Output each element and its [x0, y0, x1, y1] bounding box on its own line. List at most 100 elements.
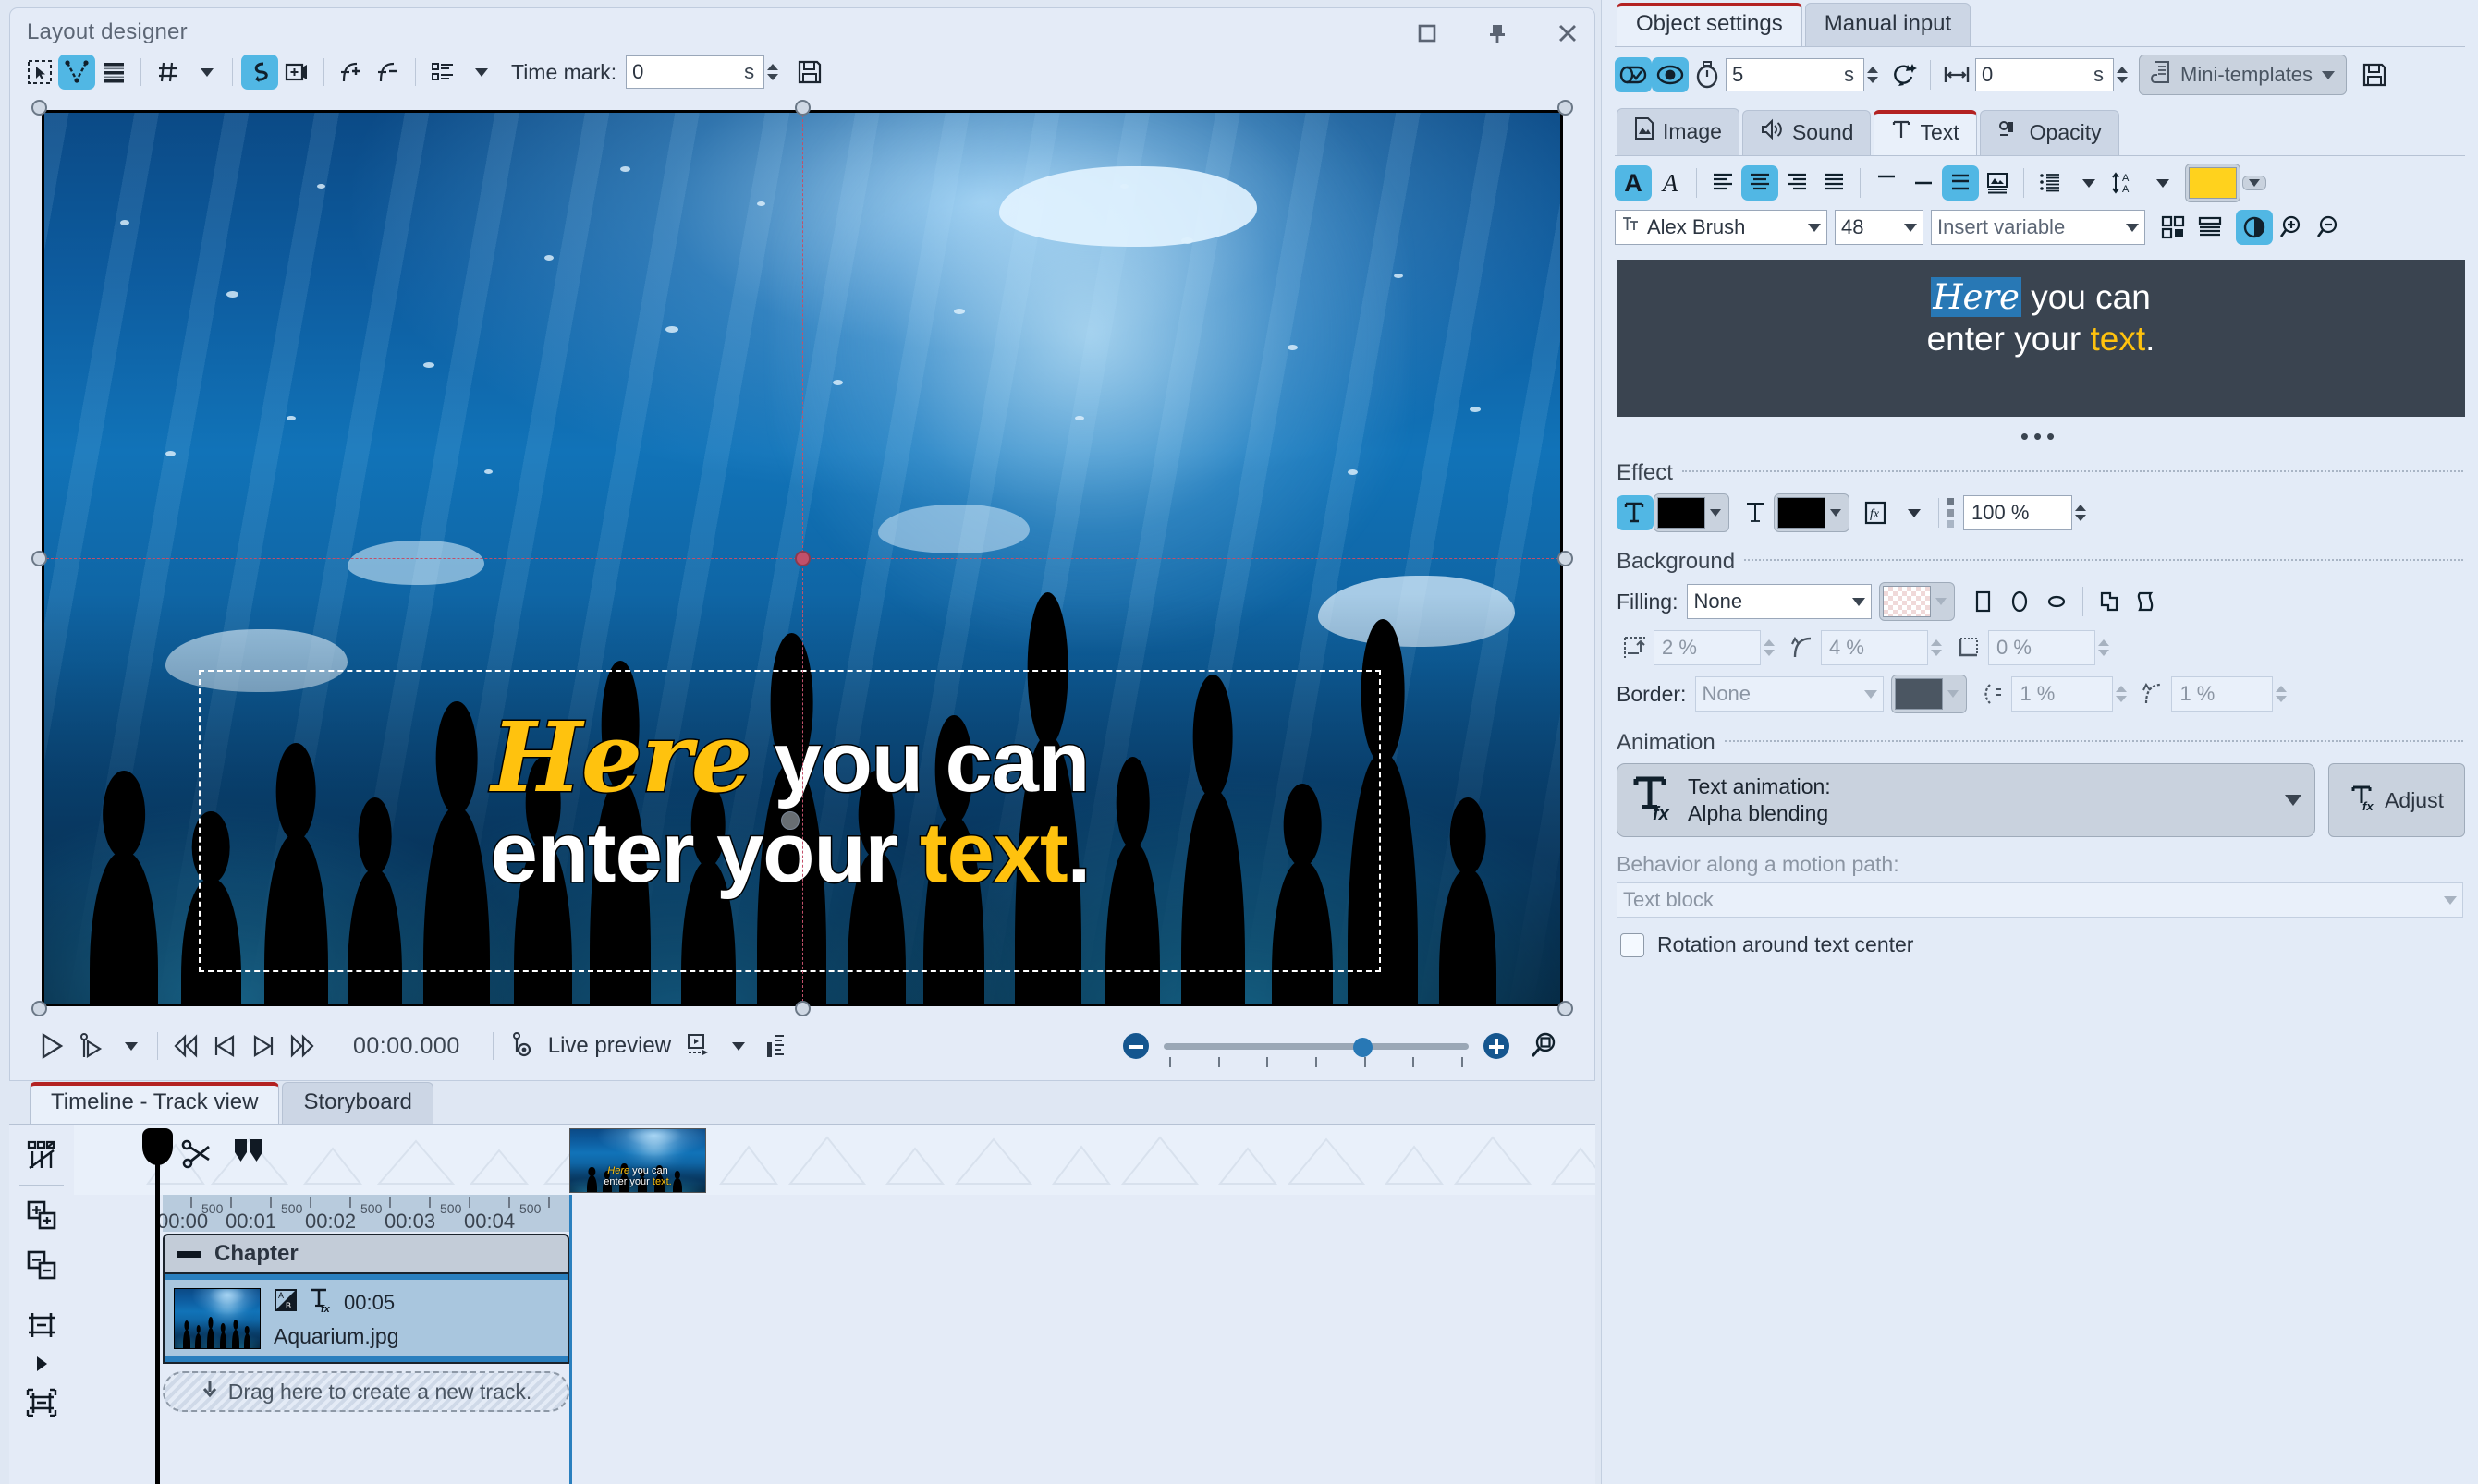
- ellipse-shape-button[interactable]: [2001, 584, 2038, 619]
- padding-input[interactable]: 2 %: [1654, 630, 1761, 665]
- live-preview-icon[interactable]: [502, 1028, 541, 1064]
- tab-object-settings[interactable]: Object settings: [1617, 3, 1802, 46]
- save-icon[interactable]: [2356, 57, 2393, 92]
- save-icon[interactable]: [791, 55, 828, 90]
- time-mark-input[interactable]: 0 s: [626, 55, 764, 89]
- visibility-icon[interactable]: [1652, 57, 1689, 92]
- playhead[interactable]: [155, 1130, 160, 1484]
- small-ellipse-shape-button[interactable]: [2038, 584, 2075, 619]
- contrast-button[interactable]: [2236, 210, 2273, 245]
- text-center-handle[interactable]: [781, 811, 800, 830]
- resize-handle-mc[interactable]: [795, 551, 811, 566]
- align-right-button[interactable]: [1778, 165, 1815, 201]
- corner-input[interactable]: 4 %: [1821, 630, 1928, 665]
- rotation-icon[interactable]: [1886, 57, 1923, 92]
- fit-to-window-icon[interactable]: [1524, 1028, 1563, 1064]
- offset-stepper[interactable]: [2117, 67, 2128, 83]
- timeline-canvas[interactable]: Here you canenter your text. 500 500: [74, 1125, 1595, 1484]
- outline-color-swatch[interactable]: [1777, 497, 1825, 529]
- clip-thumbnail[interactable]: [174, 1288, 261, 1349]
- padding-stepper[interactable]: [1764, 639, 1775, 656]
- levels-icon[interactable]: [756, 1028, 795, 1064]
- chapter-header[interactable]: Chapter: [163, 1234, 569, 1274]
- play-icon[interactable]: [32, 1028, 71, 1064]
- border-color-picker[interactable]: [1891, 675, 1967, 713]
- new-track-dropzone[interactable]: Drag here to create a new track.: [163, 1371, 569, 1412]
- align-center-button[interactable]: [1741, 165, 1778, 201]
- rectangle-shape-button[interactable]: [1964, 584, 2001, 619]
- play-from-mark-icon[interactable]: [71, 1028, 110, 1064]
- text-frame-icon[interactable]: [2191, 210, 2228, 245]
- scissors-icon[interactable]: [177, 1134, 218, 1180]
- qr-code-icon[interactable]: [2155, 210, 2191, 245]
- track-row[interactable]: AB fx 00:05 Aquarium.jpg: [163, 1274, 569, 1364]
- resize-handle-ml[interactable]: [31, 551, 47, 566]
- motion-path-icon[interactable]: [241, 55, 278, 90]
- link-toggle-icon[interactable]: [1615, 57, 1652, 92]
- zoom-out-button[interactable]: [1123, 1033, 1149, 1059]
- chevron-down-icon[interactable]: [187, 55, 224, 90]
- filling-color-picker[interactable]: [1879, 582, 1955, 621]
- valign-bottom-button[interactable]: [1942, 165, 1979, 201]
- text-zoom-out-button[interactable]: [2310, 210, 2347, 245]
- chevron-down-icon[interactable]: [110, 1028, 149, 1064]
- zoom-out-tracks-icon[interactable]: [18, 1242, 66, 1288]
- font-size-select[interactable]: 48: [1835, 210, 1923, 245]
- vertex-edit-icon[interactable]: [58, 55, 95, 90]
- rounded-poly-shape-button[interactable]: [2091, 584, 2128, 619]
- zoom-slider-knob[interactable]: [1353, 1038, 1373, 1057]
- text-color-picker[interactable]: [2185, 164, 2240, 202]
- motion-path-select[interactable]: Text block: [1617, 882, 2463, 918]
- freeform-shape-button[interactable]: [2128, 584, 2165, 619]
- rotation-checkbox[interactable]: [1620, 933, 1644, 957]
- resize-handle-tl[interactable]: [31, 100, 47, 116]
- text-outline-button[interactable]: [1737, 495, 1774, 530]
- bg-shadow-input[interactable]: 0 %: [1988, 630, 2095, 665]
- grid-icon[interactable]: [150, 55, 187, 90]
- shadow-color-picker[interactable]: [1654, 493, 1729, 532]
- frame-icon[interactable]: [278, 55, 315, 90]
- maximize-button[interactable]: [1413, 19, 1441, 47]
- duration-input[interactable]: 5 s: [1726, 58, 1864, 91]
- timeline-ruler[interactable]: 500 500 500 500 500 00:00 00:01 00:02 00…: [74, 1195, 1595, 1232]
- adjust-animation-button[interactable]: fx Adjust: [2328, 763, 2465, 837]
- chevron-down-icon[interactable]: [2142, 165, 2179, 201]
- bullet-list-button[interactable]: [2032, 165, 2069, 201]
- resize-handle-mr[interactable]: [1557, 551, 1573, 566]
- border-curve-stepper[interactable]: [2276, 686, 2287, 702]
- rewind-icon[interactable]: [166, 1028, 205, 1064]
- border-select[interactable]: None: [1695, 676, 1884, 712]
- effect-opacity-stepper[interactable]: [2075, 505, 2086, 521]
- split-icon[interactable]: [229, 1134, 268, 1176]
- align-left-button[interactable]: [1704, 165, 1741, 201]
- fit-tracks-icon[interactable]: [18, 1380, 66, 1426]
- chevron-down-icon[interactable]: [1894, 495, 1931, 530]
- zoom-slider[interactable]: [1164, 1033, 1469, 1059]
- previous-icon[interactable]: [205, 1028, 244, 1064]
- line-spacing-button[interactable]: AA: [2106, 165, 2142, 201]
- border-curve-input[interactable]: 1 %: [2171, 676, 2273, 712]
- text-fx-button[interactable]: fx: [1857, 495, 1894, 530]
- filling-swatch[interactable]: [1883, 586, 1931, 617]
- text-preview-editor[interactable]: Here you can enter your text.: [1617, 260, 2465, 417]
- text-zoom-in-button[interactable]: [2273, 210, 2310, 245]
- chevron-down-icon[interactable]: [461, 55, 498, 90]
- shadow-color-swatch[interactable]: [1657, 497, 1705, 529]
- time-mark-stepper[interactable]: [767, 64, 778, 80]
- effect-opacity-input[interactable]: 100 %: [1963, 495, 2072, 530]
- resize-handle-tc[interactable]: [795, 100, 811, 116]
- rotation-checkbox-row[interactable]: Rotation around text center: [1602, 918, 2478, 957]
- tab-sound[interactable]: Sound: [1742, 110, 1872, 155]
- filling-select[interactable]: None: [1687, 584, 1872, 619]
- tab-opacity[interactable]: Opacity: [1980, 110, 2119, 155]
- preview-window-icon[interactable]: [678, 1028, 717, 1064]
- tab-storyboard[interactable]: Storyboard: [282, 1082, 433, 1124]
- duration-stepper[interactable]: [1867, 67, 1878, 83]
- collapse-tracks-icon[interactable]: [18, 1302, 66, 1348]
- corner-stepper[interactable]: [1931, 639, 1942, 656]
- tab-image[interactable]: Image: [1617, 108, 1739, 155]
- tab-text[interactable]: Text: [1874, 110, 1976, 155]
- insert-variable-select[interactable]: Insert variable: [1931, 210, 2145, 245]
- font-family-select[interactable]: Alex Brush: [1615, 210, 1827, 245]
- list-icon[interactable]: [424, 55, 461, 90]
